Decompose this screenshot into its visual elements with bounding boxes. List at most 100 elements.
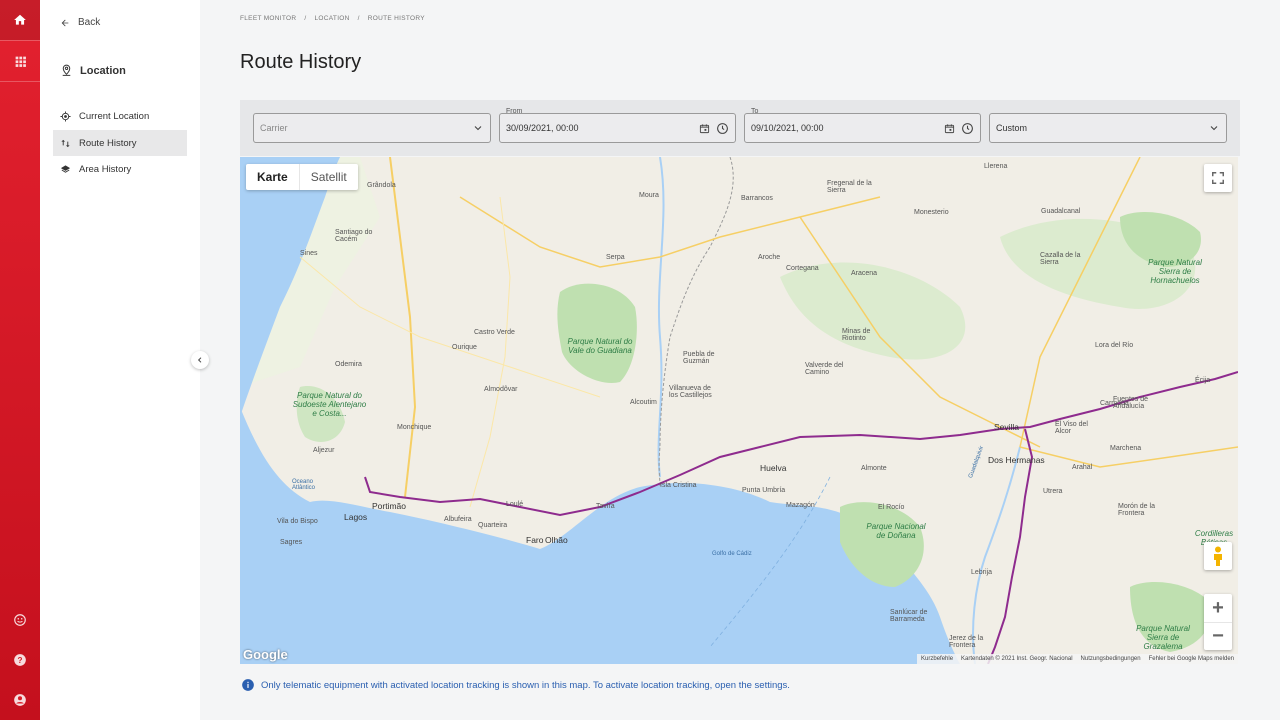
map-label: Écija	[1195, 377, 1211, 384]
map-label: Jerez de la Frontera	[949, 635, 984, 649]
map-label: Portimão	[372, 501, 407, 511]
nav-item-label: Route History	[79, 137, 137, 149]
help-icon[interactable]: ?	[0, 640, 40, 680]
map-canvas[interactable]	[240, 157, 1238, 664]
map-label: Mazagón	[786, 502, 815, 509]
map-label: Lagos	[344, 512, 368, 522]
zoom-out-button[interactable]: −	[1204, 622, 1232, 650]
street-view-pegman-button[interactable]	[1204, 542, 1232, 570]
from-value: 30/09/2021, 00:00	[506, 123, 579, 133]
range-value: Custom	[996, 123, 1028, 133]
calendar-icon[interactable]	[944, 123, 955, 134]
crosshair-icon	[60, 110, 71, 122]
app-rail: ?	[0, 0, 40, 720]
map-label: Sevilla	[994, 422, 1020, 432]
collapse-sidebar-button[interactable]	[191, 351, 209, 369]
back-link[interactable]: Back	[60, 17, 100, 28]
swap-vertical-icon	[61, 139, 70, 147]
report-error-link[interactable]: Fehler bei Google Maps melden	[1149, 656, 1234, 662]
info-notice: Only telematic equipment with activated …	[241, 678, 790, 692]
account-icon[interactable]	[0, 680, 40, 720]
carrier-select[interactable]: Carrier	[253, 113, 491, 143]
nav-item-route-history[interactable]: Route History	[53, 130, 187, 156]
zoom-in-button[interactable]: +	[1204, 594, 1232, 622]
keyboard-shortcuts-link[interactable]: Kurzbefehle	[921, 656, 953, 662]
info-icon	[242, 679, 254, 691]
map-label: Huelva	[760, 463, 787, 473]
map-label: Olhão	[545, 535, 568, 545]
back-label: Back	[78, 17, 101, 28]
time-range-select[interactable]: Custom	[989, 113, 1227, 143]
breadcrumb-separator: /	[357, 15, 360, 22]
chevron-left-icon	[197, 357, 202, 363]
map-label: Sagres	[280, 539, 303, 546]
map-label: Albufeira	[444, 516, 472, 523]
fullscreen-icon	[1212, 172, 1224, 184]
map-label: Moura	[639, 192, 659, 199]
breadcrumb-location[interactable]: LOCATION	[315, 15, 350, 22]
map-label: Quarteira	[478, 522, 508, 529]
nav-item-area-history[interactable]: Area History	[53, 156, 187, 182]
map-label: Barrancos	[741, 195, 773, 202]
filter-bar: Carrier From 30/09/2021, 00:00 To 09/10/…	[240, 100, 1240, 156]
feedback-smiley-icon[interactable]	[0, 600, 40, 640]
map-label: Castro Verde	[474, 329, 515, 336]
google-logo[interactable]: Google	[243, 647, 288, 662]
nav-item-current-location[interactable]: Current Location	[53, 103, 187, 129]
map-label: Aracena	[851, 270, 878, 277]
home-icon[interactable]	[0, 0, 40, 40]
section-heading: Location	[60, 64, 126, 77]
calendar-icon[interactable]	[699, 123, 710, 134]
map-label: Serpa	[606, 254, 625, 261]
clock-icon[interactable]	[716, 122, 729, 135]
map-label: Parque Natural Sierra de Hornachuelos	[1148, 258, 1202, 285]
map-label: Sanlúcar de Barrameda	[890, 609, 928, 623]
map-data-text: Kartendaten © 2021 Inst. Geogr. Nacional	[961, 656, 1073, 662]
map-label: Cazalla de la Sierra	[1040, 252, 1081, 266]
fullscreen-button[interactable]	[1204, 164, 1232, 192]
map-label: Fuentes de Andalucía	[1113, 396, 1149, 410]
breadcrumb-separator: /	[304, 15, 307, 22]
map-type-map-button[interactable]: Karte	[246, 164, 299, 190]
map-label: Oceano Atlântico	[292, 479, 316, 491]
to-value: 09/10/2021, 00:00	[751, 123, 824, 133]
map-label: El Viso del Alcor	[1055, 421, 1088, 435]
map-label: Aroche	[758, 254, 781, 261]
apps-grid-icon[interactable]	[0, 41, 40, 81]
map-label: Fregenal de la Sierra	[827, 180, 872, 194]
map-label: Llerena	[984, 163, 1008, 170]
map-label: Valverde del Camino	[805, 362, 844, 376]
map-label: Minas de Riotinto	[842, 328, 871, 342]
terms-link[interactable]: Nutzungsbedingungen	[1081, 656, 1141, 662]
map-label: Morón de la Frontera	[1118, 503, 1155, 517]
map-label: Alcoutim	[630, 399, 657, 406]
nav-item-label: Area History	[79, 163, 132, 175]
map-label: Parque Natural do Vale do Guadiana	[567, 337, 633, 355]
to-date-field[interactable]: 09/10/2021, 00:00	[744, 113, 981, 143]
map-label: Villanueva de los Castillejos	[669, 385, 712, 399]
map-type-satellite-button[interactable]: Satellit	[298, 164, 358, 190]
map-label: Golfo de Cádiz	[712, 551, 752, 557]
map-label: Vila do Bispo	[277, 518, 318, 525]
map-label: Grândola	[367, 182, 396, 189]
from-date-field[interactable]: 30/09/2021, 00:00	[499, 113, 736, 143]
breadcrumb-fleet-monitor[interactable]: FLEET MONITOR	[240, 15, 296, 22]
map-label: Arahal	[1072, 464, 1093, 471]
map-attribution: Kurzbefehle Kartendaten © 2021 Inst. Geo…	[917, 654, 1238, 664]
layers-icon	[60, 164, 71, 173]
map-label: Faro	[526, 535, 544, 545]
clock-icon[interactable]	[961, 122, 974, 135]
map-label: Aljezur	[313, 447, 335, 454]
info-text: Only telematic equipment with activated …	[261, 679, 790, 691]
map-label: Odemira	[335, 361, 362, 368]
map-label: Monesterio	[914, 209, 949, 216]
map-type-control: Karte Satellit	[246, 164, 358, 190]
map-label: Ourique	[452, 344, 477, 351]
map-label: Loulé	[506, 501, 524, 508]
map-label: Santiago do Cacém	[335, 229, 373, 243]
route-map[interactable]: Sevilla Huelva Dos Hermanas Portimão Far…	[240, 157, 1238, 664]
map-label: Utrera	[1043, 488, 1063, 495]
map-label: Dos Hermanas	[988, 455, 1045, 465]
location-pin-icon	[62, 64, 71, 76]
map-label: Lebrija	[971, 569, 993, 576]
